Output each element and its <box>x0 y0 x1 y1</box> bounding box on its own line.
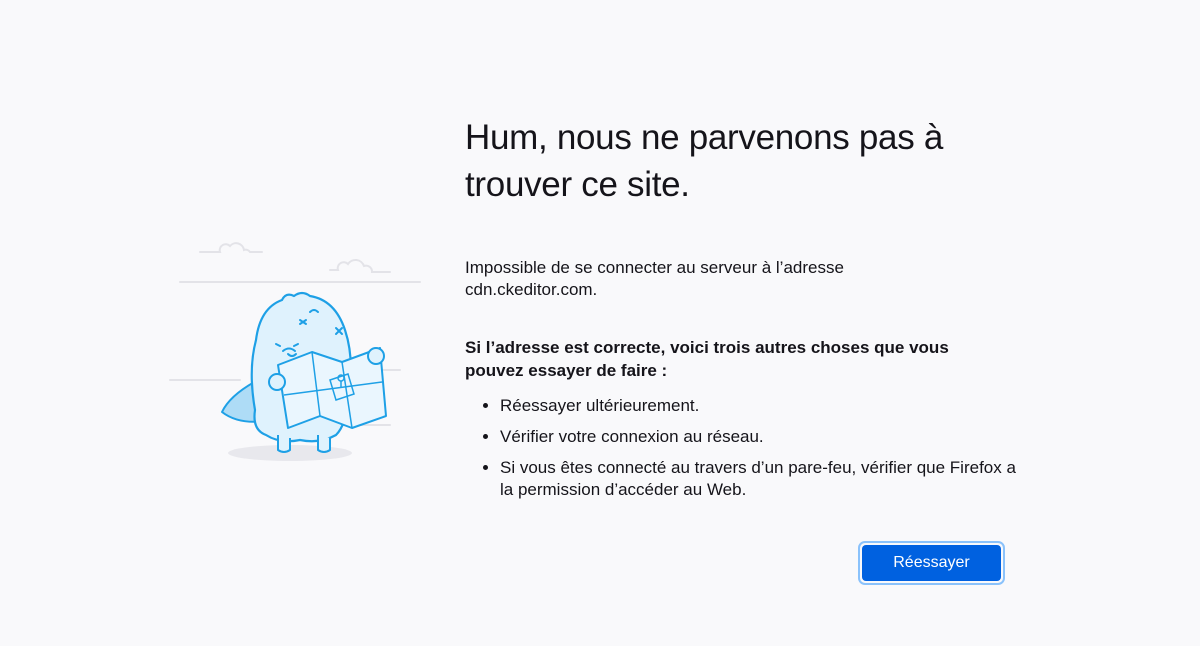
error-title: Hum, nous ne parvenons pas à trouver ce … <box>465 118 944 204</box>
error-description: Impossible de se connecter au serveur à … <box>465 258 844 299</box>
suggestions-list: Réessayer ultérieurement. Vérifier votre… <box>465 395 1025 501</box>
lost-monster-illustration <box>160 230 440 480</box>
suggestion-item: Réessayer ultérieurement. <box>500 395 1025 417</box>
retry-button-focus-ring: Réessayer <box>858 541 1005 585</box>
error-content: Hum, nous ne parvenons pas à trouver ce … <box>465 114 1025 510</box>
suggestion-item: Si vous êtes connecté au travers d’un pa… <box>500 457 1025 501</box>
retry-button[interactable]: Réessayer <box>862 545 1001 581</box>
suggestions-heading: Si l’adresse est correcte, voici trois a… <box>465 338 949 380</box>
lost-monster-with-map-icon <box>169 242 421 461</box>
suggestion-item: Vérifier votre connexion au réseau. <box>500 426 1025 448</box>
